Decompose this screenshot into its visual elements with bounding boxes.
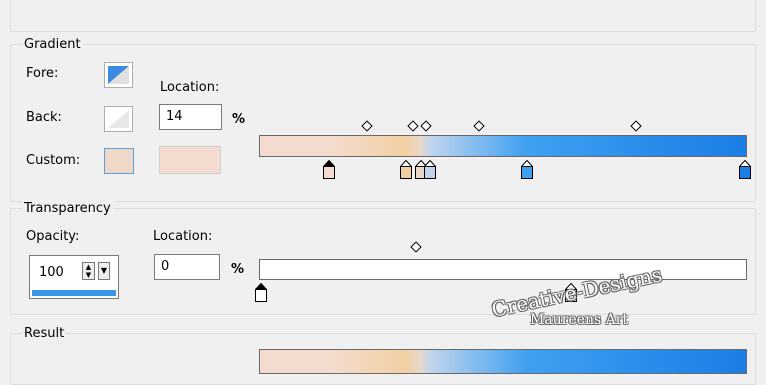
gradient-stop-0[interactable] — [322, 159, 336, 179]
opacity-level-bar — [32, 290, 116, 296]
watermark-line2: Maureens Art — [530, 312, 629, 328]
transparency-percent-label: % — [231, 262, 245, 277]
gradient-stop-4[interactable] — [520, 159, 534, 179]
custom-label: Custom: — [26, 153, 81, 168]
back-swatch-icon — [108, 110, 129, 128]
gradient-title: Gradient — [22, 37, 83, 52]
opacity-spinner[interactable]: ▲ ▼ — [82, 262, 95, 280]
top-panel — [10, 0, 756, 32]
result-bar — [259, 349, 747, 374]
transparency-bar[interactable] — [259, 259, 747, 280]
gradient-location-input[interactable]: 14 — [159, 104, 222, 130]
transparency-location-input[interactable]: 0 — [154, 254, 220, 280]
fore-color-swatch[interactable] — [104, 62, 133, 88]
opacity-label: Opacity: — [26, 229, 80, 244]
gradient-stop-1[interactable] — [399, 159, 413, 179]
transparency-title: Transparency — [22, 201, 113, 216]
back-label: Back: — [26, 110, 62, 125]
gradient-stop-5[interactable] — [738, 159, 752, 179]
gradient-bar[interactable] — [259, 135, 747, 157]
custom-color-swatch[interactable] — [104, 148, 134, 174]
opacity-value: 100 — [39, 265, 64, 280]
back-color-swatch[interactable] — [104, 106, 133, 132]
opacity-dropdown-arrow[interactable]: ▼ — [98, 262, 110, 280]
custom-color-preview — [159, 146, 221, 174]
gradient-stop-3[interactable] — [423, 159, 438, 179]
gradient-percent-label: % — [232, 112, 246, 127]
result-title: Result — [22, 326, 67, 341]
gradient-location-label: Location: — [160, 80, 220, 95]
fore-swatch-icon — [108, 66, 129, 84]
opacity-control[interactable]: 100 ▲ ▼ ▼ — [29, 255, 119, 299]
transparency-stop-0[interactable] — [254, 282, 268, 302]
transparency-location-label: Location: — [153, 229, 213, 244]
fore-label: Fore: — [26, 66, 59, 81]
